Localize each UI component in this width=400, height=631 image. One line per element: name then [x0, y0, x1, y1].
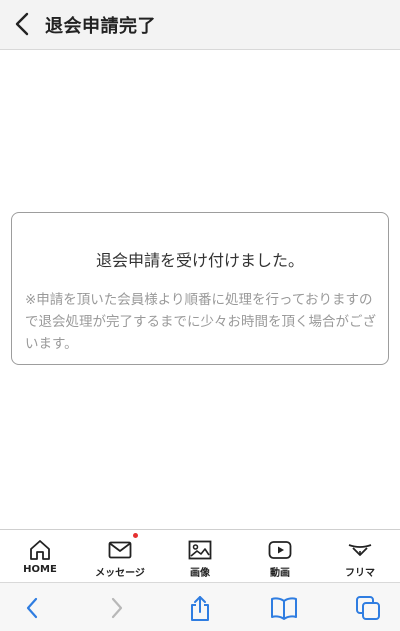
- flea-market-icon: [347, 539, 373, 561]
- notice-note: ※申請を頂いた会員様より順番に処理を行っておりますので退会処理が完了するまでに少…: [25, 292, 376, 352]
- nav-label-home: HOME: [23, 564, 57, 575]
- nav-label-videos: 動画: [270, 568, 290, 579]
- nav-item-images[interactable]: 画像: [160, 530, 240, 582]
- home-icon: [27, 539, 53, 561]
- back-button[interactable]: [8, 8, 36, 40]
- browser-toolbar: [0, 582, 400, 631]
- forward-icon: [111, 597, 123, 619]
- nav-item-videos[interactable]: 動画: [240, 530, 320, 582]
- back-icon: [26, 597, 38, 619]
- image-icon: [187, 539, 213, 561]
- bookmarks-button[interactable]: [269, 593, 299, 623]
- browser-forward-button[interactable]: [102, 593, 132, 623]
- header-bar: 退会申請完了: [0, 0, 400, 50]
- tabs-button[interactable]: [353, 593, 383, 623]
- share-icon: [191, 596, 209, 621]
- notice-card: 退会申請を受け付けました。 ※申請を頂いた会員様より順番に処理を行っておりますの…: [11, 212, 389, 365]
- mail-icon: [107, 533, 138, 561]
- nav-label-flea-market: フリマ: [345, 568, 375, 579]
- nav-item-home[interactable]: HOME: [0, 530, 80, 582]
- nav-label-images: 画像: [190, 568, 210, 579]
- nav-label-message: メッセージ: [95, 568, 145, 579]
- browser-back-button[interactable]: [17, 593, 47, 623]
- nav-item-flea-market[interactable]: フリマ: [320, 530, 400, 582]
- tabs-icon: [356, 596, 380, 620]
- chevron-left-icon: [15, 12, 29, 36]
- nav-item-message[interactable]: メッセージ: [80, 530, 160, 582]
- notice-message: 退会申請を受け付けました。: [95, 251, 304, 270]
- notification-dot: [133, 533, 138, 538]
- share-button[interactable]: [185, 593, 215, 623]
- page-title: 退会申請完了: [45, 16, 156, 37]
- bottom-nav: HOME メッセージ 画像 動画 フリマ: [0, 529, 400, 582]
- video-icon: [267, 539, 293, 561]
- bookmarks-icon: [271, 597, 297, 620]
